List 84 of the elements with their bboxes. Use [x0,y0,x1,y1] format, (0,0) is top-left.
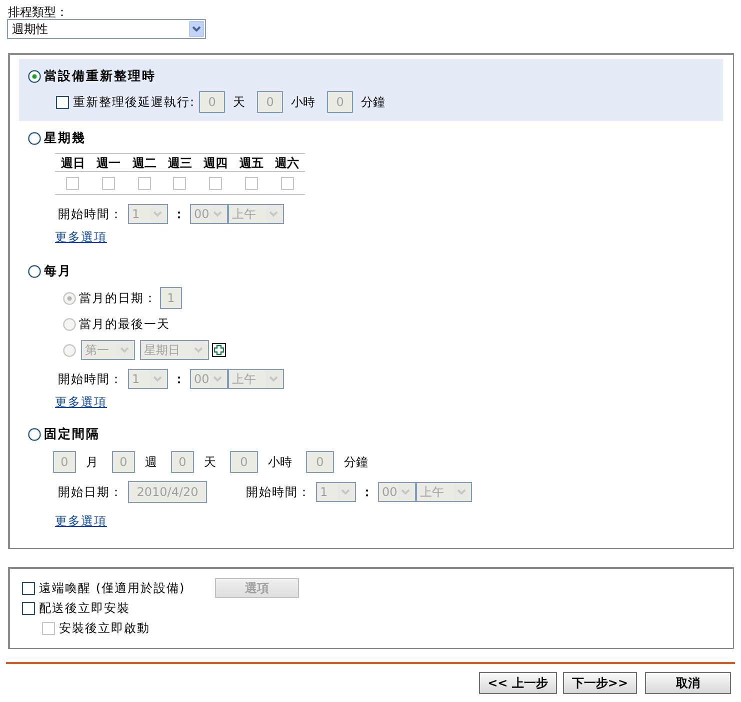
chevron-down-icon [213,376,222,382]
unit-label: 月 [86,454,98,470]
day-field[interactable]: 1 [160,287,182,309]
unit-label: 小時 [291,94,316,110]
radio-button[interactable] [28,132,41,144]
chevron-down-icon [213,211,222,217]
start-date-label: 開始日期： [58,484,123,500]
unit-label: 分鐘 [361,94,386,110]
radio-button[interactable] [63,292,76,304]
hour-select[interactable]: 1 [128,204,168,224]
minute-select[interactable]: 00 [190,369,228,389]
interval-field[interactable]: 0 [112,451,135,473]
column-header: 週四 [198,154,234,172]
start-date-field[interactable]: 2010/4/20 [128,481,207,503]
option-label: 當設備重新整理時 [44,68,156,84]
unit-label: 週 [145,454,157,470]
more-options-link[interactable]: 更多選項 [55,513,107,530]
chevron-down-icon [192,26,201,32]
hour-select[interactable]: 1 [316,482,356,502]
interval-field[interactable]: 0 [230,451,258,473]
option-label: 固定間隔 [44,426,100,442]
back-button[interactable]: << 上一步 [478,672,557,694]
delay-field[interactable]: 0 [257,91,284,113]
chevron-down-icon [194,347,203,353]
column-header: 週五 [234,154,270,172]
column-header: 週六 [269,154,305,172]
chevron-down-icon [153,211,162,217]
hour-select[interactable]: 1 [128,369,168,389]
delay-label: 重新整理後延遲執行: [73,94,196,110]
time-separator: ： [173,206,185,222]
chevron-down-icon [341,489,350,495]
unit-label: 小時 [268,454,292,470]
ampm-select[interactable]: 上午 [228,369,284,389]
chevron-down-icon [401,489,410,495]
unit-label: 分鐘 [344,454,368,470]
time-separator: ： [361,484,373,500]
next-button[interactable]: 下一步>> [562,672,637,694]
unit-label: 天 [204,454,216,470]
ampm-select[interactable]: 上午 [228,204,284,224]
unit-label: 天 [233,94,246,110]
schedule-type-label: 排程類型： [8,4,69,19]
delay-field[interactable]: 0 [199,91,226,113]
interval-field[interactable]: 0 [171,451,194,473]
option-label: 安裝後立即啟動 [59,620,150,636]
radio-button[interactable] [63,344,76,356]
delay-field[interactable]: 0 [327,91,354,113]
column-header: 週日 [55,154,91,172]
interval-field[interactable]: 0 [53,451,76,473]
column-header: 週二 [126,154,162,172]
chevron-down-icon [269,211,278,217]
chevron-down-icon [269,376,278,382]
weekday-select[interactable]: 星期日 [140,340,209,360]
radio-button[interactable] [28,428,41,440]
option-label: 星期幾 [44,130,86,146]
checkbox[interactable] [22,602,35,614]
start-time-label: 開始時間： [58,370,123,388]
time-separator: ： [173,370,185,388]
start-time-label: 開始時間： [58,206,123,222]
radio-button[interactable] [63,318,76,330]
more-options-link[interactable]: 更多選項 [55,229,107,246]
chevron-down-icon [120,347,129,353]
option-label: 每月 [44,262,72,280]
chevron-down-icon [457,489,466,495]
cancel-button[interactable]: 取消 [645,672,731,694]
interval-field[interactable]: 0 [306,451,334,473]
radio-button[interactable] [28,264,41,278]
option-label: 配送後立即安裝 [39,600,130,616]
minute-select[interactable]: 00 [378,482,416,502]
ampm-select[interactable]: 上午 [416,482,472,502]
column-header: 週一 [90,154,126,172]
choice-label: 當月的最後一天 [79,316,170,332]
schedule-type-select[interactable]: 週期性 [7,19,206,39]
column-header: 週三 [162,154,198,172]
option-label: 遠端喚醒 (僅適用於設備) [39,580,186,596]
checkbox[interactable] [22,582,35,594]
minute-select[interactable]: 00 [190,204,228,224]
radio-button[interactable] [28,70,41,82]
ordinal-select[interactable]: 第一 [81,340,135,360]
choice-label: 當月的日期： [79,290,157,306]
chevron-down-icon [153,376,162,382]
start-time-label: 開始時間： [246,484,311,500]
more-options-link[interactable]: 更多選項 [55,394,107,411]
checkbox[interactable] [56,96,69,108]
add-icon[interactable] [212,343,226,357]
